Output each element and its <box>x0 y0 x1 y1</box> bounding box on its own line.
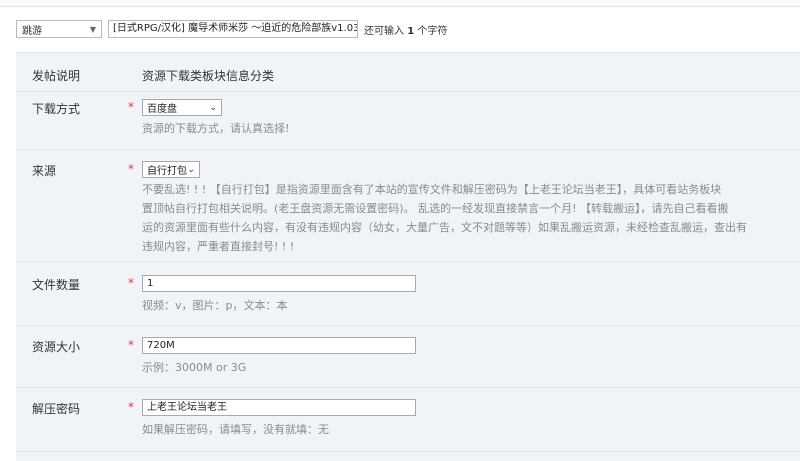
required-mark: * <box>128 338 134 352</box>
file-count-input[interactable]: 1 <box>142 275 416 292</box>
download-method-select[interactable]: 百度盘 ⌄ <box>142 99 222 116</box>
password-input[interactable]: 上老王论坛当老王 <box>142 399 416 416</box>
source-selected: 自行打包 <box>147 166 187 177</box>
source-hint-line: 运的资源里面有些什么内容，有没有违规内容（幼女，大量广告，文不对题等等）如果乱搬… <box>142 221 747 234</box>
required-mark: * <box>128 162 134 176</box>
chevron-down-icon: ⌄ <box>187 164 195 175</box>
divider <box>16 325 800 326</box>
chevron-down-icon: ⌄ <box>209 102 217 113</box>
char-counter: 还可输入 1 个字符 <box>364 22 447 37</box>
posting-note-value: 资源下载类板块信息分类 <box>142 69 275 83</box>
resource-size-label: 资源大小 <box>32 340 81 354</box>
resource-info-form: 发帖说明 资源下载类板块信息分类 下载方式 * 百度盘 ⌄ 资源的下载方式，请认… <box>16 52 800 461</box>
divider <box>16 451 800 452</box>
char-counter-count: 1 <box>407 25 415 37</box>
password-label: 解压密码 <box>32 402 81 416</box>
source-hint-line: 违规内容，严重者直接封号! ! ! <box>142 240 295 253</box>
resource-size-row: 资源大小 * 720M 示例：3000M or 3G <box>16 337 800 387</box>
required-mark: * <box>128 276 134 290</box>
source-hint: 不要乱选! ! ! 【自行打包】是指资源里面含有了本站的宣传文件和解压密码为【上… <box>142 180 800 256</box>
download-method-label: 下载方式 <box>32 102 81 116</box>
file-count-hint: 视频：v，图片：p，文本：本 <box>142 299 288 312</box>
char-counter-prefix: 还可输入 <box>364 25 404 37</box>
top-border <box>0 0 800 7</box>
posting-note-row: 发帖说明 资源下载类板块信息分类 <box>16 67 800 91</box>
chevron-down-icon: ▼ <box>89 24 96 34</box>
source-row: 来源 * 自行打包 ⌄ 不要乱选! ! ! 【自行打包】是指资源里面含有了本站的… <box>16 161 800 261</box>
divider <box>16 387 800 388</box>
file-count-row: 文件数量 * 1 视频：v，图片：p，文本：本 <box>16 275 800 325</box>
file-count-label: 文件数量 <box>32 278 81 292</box>
source-hint-line: 不要乱选! ! ! 【自行打包】是指资源里面含有了本站的宣传文件和解压密码为【上… <box>142 183 722 196</box>
title-row: 跳游 ▼ [日式RPG/汉化] 魔导术师米莎 ～迫近的危险部族v1.03 A 还… <box>16 18 447 40</box>
char-counter-suffix: 个字符 <box>417 25 448 37</box>
thread-type-select[interactable]: 跳游 ▼ <box>16 20 102 38</box>
password-row: 解压密码 * 上老王论坛当老王 如果解压密码，请填写，没有就填：无 <box>16 399 800 449</box>
resource-size-hint: 示例：3000M or 3G <box>142 361 247 374</box>
divider <box>16 91 800 92</box>
thread-type-value: 跳游 <box>22 25 42 37</box>
source-select[interactable]: 自行打包 ⌄ <box>142 161 200 178</box>
divider <box>16 261 800 262</box>
title-input[interactable]: [日式RPG/汉化] 魔导术师米莎 ～迫近的危险部族v1.03 A <box>108 20 358 38</box>
source-label: 来源 <box>32 164 57 178</box>
download-method-hint: 资源的下载方式，请认真选择! <box>142 122 290 135</box>
required-mark: * <box>128 100 134 114</box>
resource-size-input[interactable]: 720M <box>142 337 416 354</box>
download-method-row: 下载方式 * 百度盘 ⌄ 资源的下载方式，请认真选择! <box>16 99 800 149</box>
required-mark: * <box>128 400 134 414</box>
password-hint: 如果解压密码，请填写，没有就填：无 <box>142 423 329 436</box>
source-hint-line: 置顶帖自行打包相关说明。(老王盘资源无需设置密码)。 乱选的一经发现直接禁言一个… <box>142 202 729 215</box>
download-method-selected: 百度盘 <box>147 104 177 115</box>
divider <box>16 149 800 150</box>
posting-note-label: 发帖说明 <box>32 69 81 83</box>
